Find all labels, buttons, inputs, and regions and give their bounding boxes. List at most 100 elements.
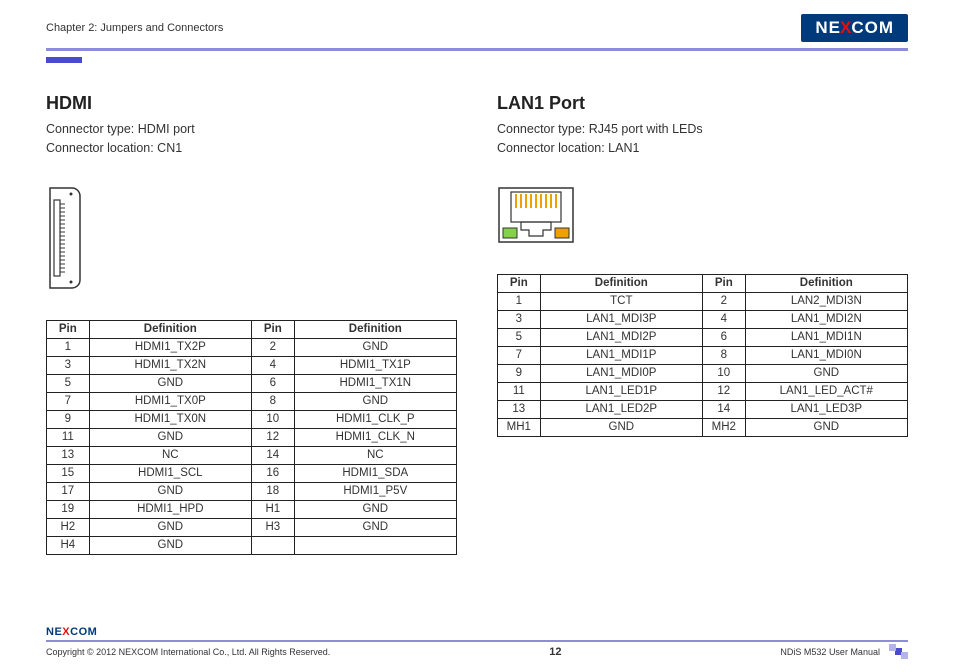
definition-cell: HDMI1_TX1P bbox=[294, 356, 456, 374]
pin-cell: MH2 bbox=[702, 418, 745, 436]
definition-cell: LAN1_MDI1P bbox=[540, 346, 702, 364]
definition-cell: HDMI1_HPD bbox=[89, 500, 251, 518]
col-def: Definition bbox=[294, 320, 456, 338]
col-def: Definition bbox=[745, 274, 907, 292]
table-row: H4GND bbox=[47, 536, 457, 554]
table-row: MH1GNDMH2GND bbox=[498, 418, 908, 436]
pin-cell: 12 bbox=[251, 428, 294, 446]
pin-cell: 6 bbox=[702, 328, 745, 346]
definition-cell: GND bbox=[89, 518, 251, 536]
hdmi-section: HDMI Connector type: HDMI port Connector… bbox=[46, 93, 457, 555]
footer-row: Copyright © 2012 NEXCOM International Co… bbox=[46, 646, 908, 658]
definition-cell: GND bbox=[294, 338, 456, 356]
header-rule bbox=[46, 48, 908, 51]
table-header-row: Pin Definition Pin Definition bbox=[47, 320, 457, 338]
pin-cell: H3 bbox=[251, 518, 294, 536]
logo-text-post: COM bbox=[851, 18, 894, 38]
definition-cell: LAN1_MDI2N bbox=[745, 310, 907, 328]
table-row: 3HDMI1_TX2N4HDMI1_TX1P bbox=[47, 356, 457, 374]
table-row: 7HDMI1_TX0P8GND bbox=[47, 392, 457, 410]
pin-cell: 8 bbox=[251, 392, 294, 410]
pin-cell bbox=[251, 536, 294, 554]
pin-cell: 19 bbox=[47, 500, 90, 518]
copyright-text: Copyright © 2012 NEXCOM International Co… bbox=[46, 647, 330, 657]
col-pin: Pin bbox=[47, 320, 90, 338]
pin-cell: 11 bbox=[498, 382, 541, 400]
table-row: 11LAN1_LED1P12LAN1_LED_ACT# bbox=[498, 382, 908, 400]
pin-cell: H1 bbox=[251, 500, 294, 518]
footer-rule bbox=[46, 640, 908, 643]
pin-cell: 5 bbox=[498, 328, 541, 346]
table-row: 1TCT2LAN2_MDI3N bbox=[498, 292, 908, 310]
pin-cell: 14 bbox=[251, 446, 294, 464]
pin-cell: 7 bbox=[498, 346, 541, 364]
definition-cell: LAN1_MDI0P bbox=[540, 364, 702, 382]
pin-cell: 4 bbox=[251, 356, 294, 374]
definition-cell: HDMI1_TX2N bbox=[89, 356, 251, 374]
definition-cell: LAN1_LED2P bbox=[540, 400, 702, 418]
pin-cell: 12 bbox=[702, 382, 745, 400]
definition-cell: GND bbox=[294, 518, 456, 536]
col-pin: Pin bbox=[251, 320, 294, 338]
logo-text-pre: NE bbox=[815, 18, 841, 38]
table-row: 7LAN1_MDI1P8LAN1_MDI0N bbox=[498, 346, 908, 364]
footer-logo-pre: NE bbox=[46, 626, 62, 638]
definition-cell: HDMI1_TX2P bbox=[89, 338, 251, 356]
definition-cell: HDMI1_CLK_P bbox=[294, 410, 456, 428]
definition-cell: GND bbox=[89, 428, 251, 446]
footer-logo-x: X bbox=[62, 626, 70, 638]
pin-cell: 2 bbox=[251, 338, 294, 356]
hdmi-desc: Connector type: HDMI port Connector loca… bbox=[46, 120, 457, 158]
definition-cell: LAN1_LED1P bbox=[540, 382, 702, 400]
pin-cell: 18 bbox=[251, 482, 294, 500]
pin-cell: 9 bbox=[47, 410, 90, 428]
col-def: Definition bbox=[89, 320, 251, 338]
pin-cell: 2 bbox=[702, 292, 745, 310]
pin-cell: 11 bbox=[47, 428, 90, 446]
table-row: 13NC14NC bbox=[47, 446, 457, 464]
pin-cell: 15 bbox=[47, 464, 90, 482]
pin-cell: 10 bbox=[702, 364, 745, 382]
definition-cell: HDMI1_TX0N bbox=[89, 410, 251, 428]
definition-cell: GND bbox=[745, 418, 907, 436]
manual-name: NDiS M532 User Manual bbox=[780, 647, 880, 657]
pin-cell: H2 bbox=[47, 518, 90, 536]
pin-cell: 1 bbox=[498, 292, 541, 310]
nexcom-logo: NEXCOM bbox=[801, 14, 908, 42]
pin-cell: 10 bbox=[251, 410, 294, 428]
definition-cell: HDMI1_TX0P bbox=[89, 392, 251, 410]
definition-cell: LAN1_LED_ACT# bbox=[745, 382, 907, 400]
pin-cell: 14 bbox=[702, 400, 745, 418]
definition-cell: GND bbox=[745, 364, 907, 382]
pin-cell: 13 bbox=[47, 446, 90, 464]
definition-cell: NC bbox=[294, 446, 456, 464]
pin-cell: 13 bbox=[498, 400, 541, 418]
lan1-desc-line2: Connector location: LAN1 bbox=[497, 139, 908, 158]
page-number: 12 bbox=[549, 646, 561, 658]
chapter-label: Chapter 2: Jumpers and Connectors bbox=[46, 22, 223, 34]
definition-cell: HDMI1_CLK_N bbox=[294, 428, 456, 446]
hdmi-desc-line2: Connector location: CN1 bbox=[46, 139, 457, 158]
table-row: 15HDMI1_SCL16HDMI1_SDA bbox=[47, 464, 457, 482]
table-header-row: Pin Definition Pin Definition bbox=[498, 274, 908, 292]
pin-cell: 3 bbox=[498, 310, 541, 328]
definition-cell: GND bbox=[540, 418, 702, 436]
header-accent bbox=[46, 57, 82, 63]
rj45-connector-icon bbox=[497, 186, 908, 244]
pin-cell: H4 bbox=[47, 536, 90, 554]
pin-cell: 3 bbox=[47, 356, 90, 374]
col-pin: Pin bbox=[702, 274, 745, 292]
table-row: 13LAN1_LED2P14LAN1_LED3P bbox=[498, 400, 908, 418]
lan1-desc: Connector type: RJ45 port with LEDs Conn… bbox=[497, 120, 908, 158]
definition-cell: GND bbox=[89, 374, 251, 392]
pin-cell: 16 bbox=[251, 464, 294, 482]
col-def: Definition bbox=[540, 274, 702, 292]
table-row: 19HDMI1_HPDH1GND bbox=[47, 500, 457, 518]
definition-cell: LAN1_LED3P bbox=[745, 400, 907, 418]
pin-cell: 6 bbox=[251, 374, 294, 392]
hdmi-connector-icon bbox=[46, 186, 457, 290]
lan1-section: LAN1 Port Connector type: RJ45 port with… bbox=[497, 93, 908, 555]
lan1-title: LAN1 Port bbox=[497, 93, 908, 114]
table-row: 17GND18HDMI1_P5V bbox=[47, 482, 457, 500]
definition-cell: GND bbox=[89, 536, 251, 554]
